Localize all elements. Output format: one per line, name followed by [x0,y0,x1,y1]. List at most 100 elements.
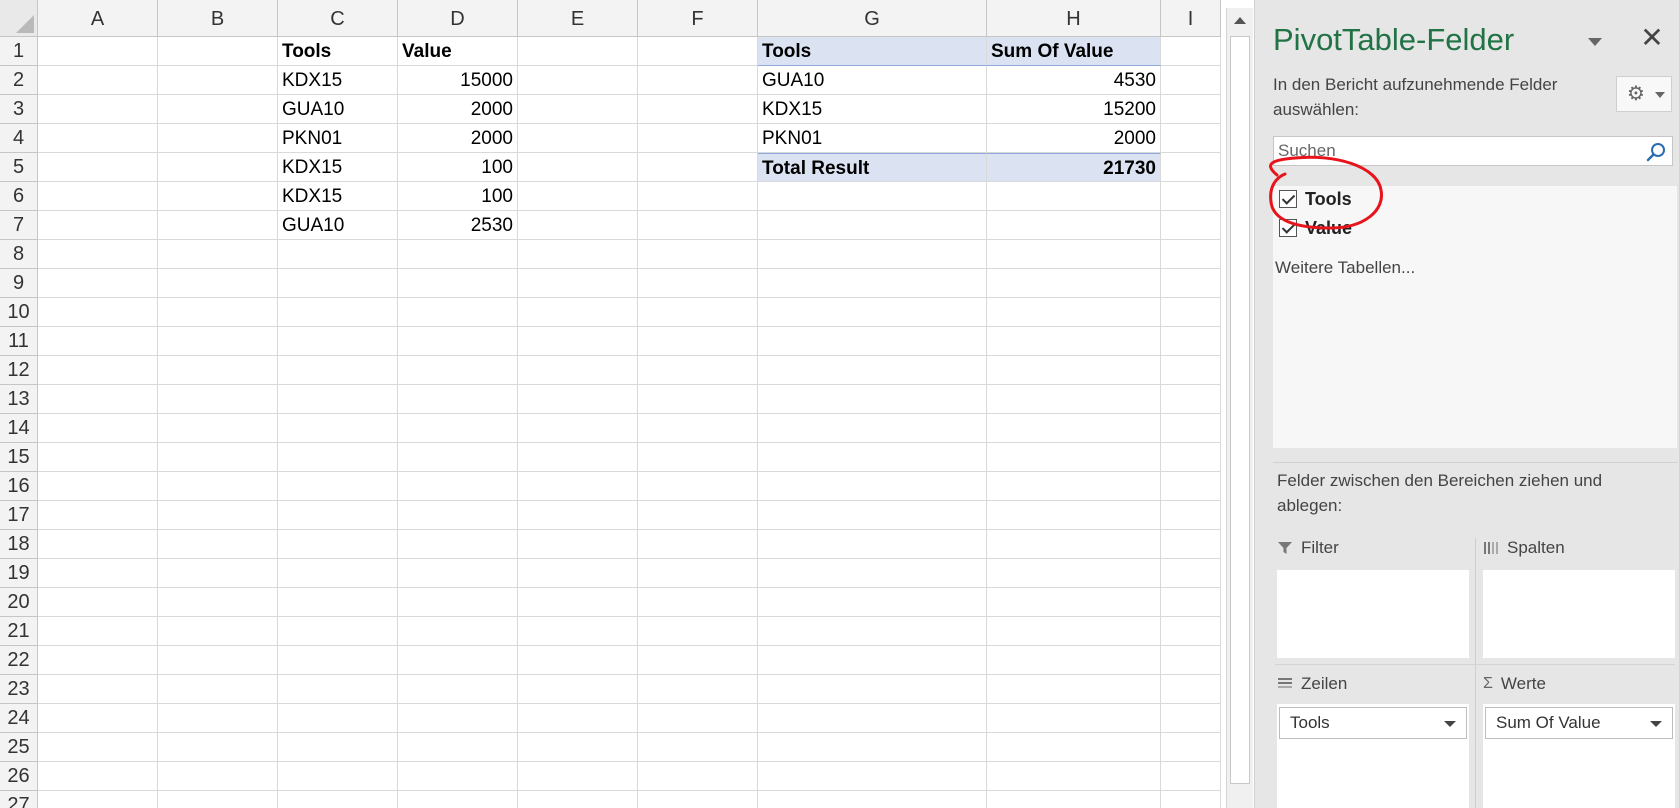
rows-field-tools[interactable]: Tools [1279,707,1467,739]
cell[interactable] [758,211,987,240]
cell[interactable] [518,733,638,762]
cell[interactable] [398,588,518,617]
cell[interactable] [518,182,638,211]
cell[interactable] [518,37,638,66]
scroll-up-arrow-icon[interactable] [1231,12,1249,30]
cell[interactable] [38,124,158,153]
table-cell[interactable]: 100 [398,153,518,182]
cell[interactable] [158,588,278,617]
row-header[interactable]: 25 [0,733,38,762]
vertical-scrollbar[interactable] [1226,8,1253,808]
cell[interactable] [1161,443,1221,472]
cell[interactable] [158,298,278,327]
row-header[interactable]: 19 [0,559,38,588]
cell[interactable] [38,443,158,472]
column-header-b[interactable]: B [158,0,278,37]
cell[interactable] [398,646,518,675]
cell[interactable] [158,617,278,646]
table-cell[interactable]: GUA10 [278,95,398,124]
cell[interactable] [987,646,1161,675]
cell[interactable] [518,240,638,269]
cell[interactable] [758,646,987,675]
panel-options-dropdown-icon[interactable] [1588,38,1602,48]
search-input[interactable] [1274,137,1622,165]
cell[interactable] [518,617,638,646]
spreadsheet[interactable]: A B C D E F G H I 1 2 3 4 5 6 7 8 9 10 11 12 13 14 15 16 17 18 19 20… [0,0,1224,808]
cell[interactable] [38,356,158,385]
cell[interactable] [638,762,758,791]
cell[interactable] [987,733,1161,762]
cell[interactable] [518,646,638,675]
cell[interactable] [278,269,398,298]
cell[interactable] [987,327,1161,356]
row-header[interactable]: 14 [0,414,38,443]
cell[interactable] [278,762,398,791]
cell[interactable] [398,269,518,298]
cell[interactable] [158,472,278,501]
cell[interactable] [1161,66,1221,95]
cell[interactable] [1161,37,1221,66]
cell-grid[interactable]: A B C D E F G H I 1 2 3 4 5 6 7 8 9 10 11 12 13 14 15 16 17 18 19 20… [0,0,1224,808]
cell[interactable] [158,66,278,95]
cell[interactable] [1161,153,1221,182]
row-header[interactable]: 23 [0,675,38,704]
cell[interactable] [158,182,278,211]
values-field-sum[interactable]: Sum Of Value [1485,707,1673,739]
cell[interactable] [38,327,158,356]
cell[interactable] [278,385,398,414]
column-header-i[interactable]: I [1161,0,1221,37]
row-header[interactable]: 26 [0,762,38,791]
cell[interactable] [278,704,398,733]
pivot-header-cell[interactable]: Sum Of Value [987,37,1161,66]
cell[interactable] [758,530,987,559]
cell[interactable] [38,791,158,808]
cell[interactable] [1161,762,1221,791]
cell[interactable] [987,617,1161,646]
cell[interactable] [638,95,758,124]
cell[interactable] [1161,211,1221,240]
table-header-cell[interactable]: Value [398,37,518,66]
cell[interactable] [1161,472,1221,501]
pivot-header-cell[interactable]: Tools [758,37,987,66]
row-header[interactable]: 13 [0,385,38,414]
cell[interactable] [638,298,758,327]
pivot-total-cell[interactable]: Total Result [758,153,987,182]
cell[interactable] [518,443,638,472]
cell[interactable] [638,646,758,675]
row-header[interactable]: 22 [0,646,38,675]
cell[interactable] [278,414,398,443]
cell[interactable] [1161,588,1221,617]
cell[interactable] [518,414,638,443]
row-header[interactable]: 7 [0,211,38,240]
value-checkbox[interactable] [1279,219,1297,237]
cell[interactable] [518,66,638,95]
cell[interactable] [1161,704,1221,733]
cell[interactable] [758,182,987,211]
cell[interactable] [1161,559,1221,588]
cell[interactable] [638,211,758,240]
cell[interactable] [758,414,987,443]
row-header[interactable]: 5 [0,153,38,182]
cell[interactable] [38,675,158,704]
cell[interactable] [758,472,987,501]
cell[interactable] [398,675,518,704]
cell[interactable] [638,501,758,530]
field-search-box[interactable] [1273,136,1673,166]
cell[interactable] [638,414,758,443]
cell[interactable] [518,124,638,153]
row-header[interactable]: 3 [0,95,38,124]
cell[interactable] [38,559,158,588]
cell[interactable] [758,385,987,414]
field-item-value[interactable]: Value [1279,215,1352,241]
cell[interactable] [398,298,518,327]
cell[interactable] [758,733,987,762]
column-header-a[interactable]: A [38,0,158,37]
cell[interactable] [158,240,278,269]
cell[interactable] [518,762,638,791]
cell[interactable] [758,327,987,356]
cell[interactable] [638,66,758,95]
cell[interactable] [518,704,638,733]
cell[interactable] [987,559,1161,588]
cell[interactable] [398,414,518,443]
table-cell[interactable]: 15000 [398,66,518,95]
